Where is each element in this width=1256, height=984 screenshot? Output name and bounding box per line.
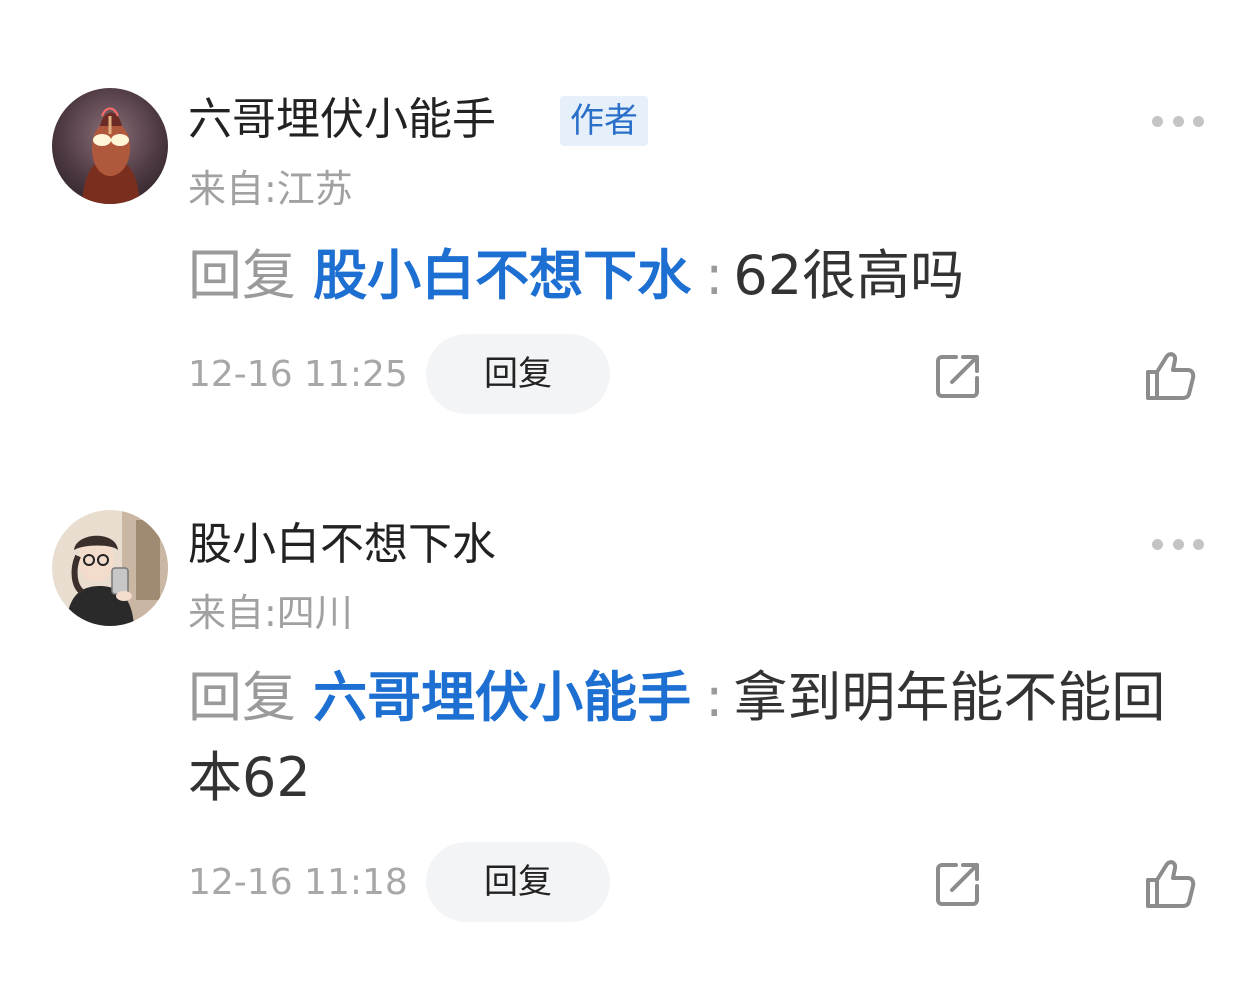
username[interactable]: 股小白不想下水	[188, 515, 496, 575]
more-options-icon[interactable]	[1152, 536, 1204, 552]
like-thumb-up-icon[interactable]	[1142, 348, 1198, 404]
timestamp: 12-16 11:25	[188, 354, 408, 395]
avatar[interactable]	[52, 510, 168, 626]
reply-button[interactable]: 回复	[426, 842, 610, 922]
location-label: 来自:江苏	[188, 167, 353, 211]
share-icon[interactable]	[930, 856, 986, 912]
timestamp: 12-16 11:18	[188, 862, 408, 903]
author-badge: 作者	[560, 96, 648, 146]
comment-content: 回复 六哥埋伏小能手: 拿到明年能不能回本62	[188, 658, 1198, 818]
mention-link[interactable]: 六哥埋伏小能手	[313, 666, 691, 729]
reply-button[interactable]: 回复	[426, 334, 610, 414]
mention-link[interactable]: 股小白不想下水	[313, 244, 691, 307]
avatar-ultraman-icon	[52, 88, 168, 204]
avatar-girl-selfie-icon	[52, 510, 168, 626]
location-label: 来自:四川	[188, 591, 353, 635]
comment-content: 回复 股小白不想下水:62很高吗	[188, 236, 1198, 316]
comment-text: 62很高吗	[733, 244, 965, 307]
comment-item: 六哥埋伏小能手 作者 来自:江苏 回复 股小白不想下水:62很高吗 12-16 …	[0, 0, 1256, 470]
reply-prefix: 回复	[188, 244, 296, 307]
like-thumb-up-icon[interactable]	[1142, 856, 1198, 912]
colon-separator: :	[705, 666, 724, 729]
username[interactable]: 六哥埋伏小能手	[188, 90, 496, 150]
more-options-icon[interactable]	[1152, 113, 1204, 129]
colon-separator: :	[705, 244, 724, 307]
share-icon[interactable]	[930, 348, 986, 404]
avatar[interactable]	[52, 88, 168, 204]
comment-item: 股小白不想下水 来自:四川 回复 六哥埋伏小能手: 拿到明年能不能回本62 12-…	[0, 470, 1256, 984]
reply-prefix: 回复	[188, 666, 296, 729]
